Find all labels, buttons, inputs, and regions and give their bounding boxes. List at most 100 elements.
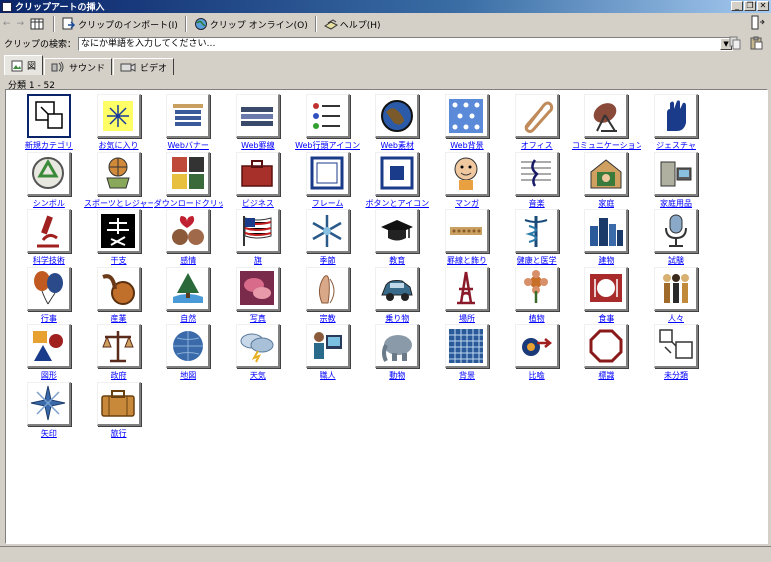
category-thumbnail[interactable] — [584, 151, 629, 196]
category-label[interactable]: 図形 — [41, 370, 57, 381]
category-thumbnail[interactable] — [584, 324, 629, 369]
category-item[interactable]: 新規カテゴリ — [14, 94, 84, 152]
back-button[interactable]: ← — [0, 15, 14, 33]
category-item[interactable]: 罫線と飾り — [432, 209, 502, 267]
category-item[interactable]: 政府 — [84, 324, 154, 382]
category-item[interactable]: 人々 — [641, 266, 711, 325]
category-item[interactable]: 音楽 — [502, 151, 572, 210]
category-item[interactable]: オフィス — [502, 94, 572, 152]
category-item[interactable]: ジェスチャ — [641, 94, 711, 152]
category-item[interactable]: 健康と医学 — [502, 209, 572, 267]
category-item[interactable]: 食事 — [572, 266, 642, 325]
category-thumbnail[interactable] — [654, 266, 699, 311]
category-label[interactable]: 旗 — [254, 255, 262, 266]
category-thumbnail[interactable] — [514, 324, 559, 369]
category-label[interactable]: 感情 — [180, 255, 196, 266]
category-item[interactable]: マンガ — [432, 151, 502, 210]
category-label[interactable]: 家庭 — [598, 198, 614, 209]
category-thumbnail[interactable] — [584, 209, 629, 254]
paste-clip-icon[interactable] — [750, 36, 763, 50]
category-label[interactable]: 季節 — [320, 255, 336, 266]
help-button[interactable]: ヘルプ(H) — [321, 15, 384, 33]
category-item[interactable]: 比喩 — [502, 324, 572, 382]
category-thumbnail[interactable] — [96, 151, 141, 196]
category-thumbnail[interactable] — [166, 324, 211, 369]
category-thumbnail[interactable] — [305, 324, 350, 369]
category-thumbnail[interactable] — [166, 266, 211, 311]
category-thumbnail[interactable] — [235, 94, 280, 138]
category-thumbnail[interactable] — [26, 94, 71, 138]
category-label[interactable]: コミュニケーション — [572, 140, 641, 151]
category-label[interactable]: 罫線と飾り — [447, 255, 487, 266]
category-label[interactable]: 植物 — [529, 313, 545, 324]
category-item[interactable]: 教育 — [362, 209, 432, 267]
category-label[interactable]: ビジネス — [242, 198, 274, 209]
category-label[interactable]: Webバナー — [167, 140, 208, 151]
category-label[interactable]: 地図 — [180, 370, 196, 381]
category-label[interactable]: 写真 — [250, 313, 266, 324]
category-label[interactable]: 職人 — [320, 370, 336, 381]
search-input[interactable]: なにか単語を入力してください… ▼ — [78, 36, 734, 51]
category-label[interactable]: Web素材 — [381, 140, 414, 151]
restore-button[interactable]: ❐ — [744, 1, 756, 11]
category-item[interactable]: 植物 — [502, 266, 572, 325]
category-thumbnail[interactable] — [444, 209, 489, 254]
category-label[interactable]: お気に入り — [99, 140, 139, 151]
category-label[interactable]: Web背景 — [450, 140, 483, 151]
category-label[interactable]: 政府 — [111, 370, 127, 381]
tab-sounds[interactable]: サウンド — [44, 58, 113, 75]
category-label[interactable]: フレーム — [312, 198, 344, 209]
category-label[interactable]: 天気 — [250, 370, 266, 381]
category-item[interactable]: コミュニケーション — [572, 94, 642, 152]
category-item[interactable]: ダウンロードクリップ — [153, 151, 223, 210]
category-thumbnail[interactable] — [96, 381, 141, 426]
category-item[interactable]: 矢印 — [14, 381, 84, 440]
category-item[interactable]: 行事 — [14, 266, 84, 325]
category-item[interactable]: 図形 — [14, 324, 84, 382]
category-label[interactable]: 食事 — [598, 313, 614, 324]
category-thumbnail[interactable] — [514, 209, 559, 254]
category-item[interactable]: 未分類 — [641, 324, 711, 382]
category-thumbnail[interactable] — [305, 209, 350, 254]
category-label[interactable]: 建物 — [598, 255, 614, 266]
category-item[interactable]: 家庭 — [572, 151, 642, 210]
category-item[interactable]: 職人 — [293, 324, 363, 382]
category-thumbnail[interactable] — [235, 324, 280, 369]
category-item[interactable]: スポーツとレジャー — [84, 151, 154, 210]
category-label[interactable]: スポーツとレジャー — [84, 198, 153, 209]
change-pane-button[interactable] — [751, 15, 765, 34]
category-thumbnail[interactable] — [654, 324, 699, 369]
category-thumbnail[interactable] — [514, 94, 559, 138]
category-item[interactable]: Web罫線 — [223, 94, 293, 152]
category-thumbnail[interactable] — [235, 151, 280, 196]
category-item[interactable]: 旅行 — [84, 381, 154, 440]
category-item[interactable]: 背景 — [432, 324, 502, 382]
category-thumbnail[interactable] — [166, 94, 211, 138]
category-item[interactable]: 旗 — [223, 209, 293, 267]
category-label[interactable]: 干支 — [111, 255, 127, 266]
category-thumbnail[interactable] — [375, 209, 420, 254]
category-thumbnail[interactable] — [584, 94, 629, 138]
category-item[interactable]: 感情 — [153, 209, 223, 267]
category-item[interactable]: 干支 — [84, 209, 154, 267]
category-item[interactable]: 写真 — [223, 266, 293, 325]
category-thumbnail[interactable] — [375, 266, 420, 311]
category-item[interactable]: 家庭用品 — [641, 151, 711, 210]
title-bar[interactable]: クリップアートの挿入 _ ❐ ✕ — [0, 0, 771, 13]
category-label[interactable]: シンボル — [33, 198, 65, 209]
category-item[interactable]: 建物 — [572, 209, 642, 267]
category-item[interactable]: 地図 — [153, 324, 223, 382]
category-item[interactable]: 試験 — [641, 209, 711, 267]
category-label[interactable]: Web行頭アイコン — [295, 140, 360, 151]
category-item[interactable]: お気に入り — [84, 94, 154, 152]
category-thumbnail[interactable] — [26, 381, 71, 426]
category-thumbnail[interactable] — [375, 94, 420, 138]
category-thumbnail[interactable] — [305, 151, 350, 196]
category-thumbnail[interactable] — [444, 94, 489, 138]
category-thumbnail[interactable] — [584, 266, 629, 311]
category-thumbnail[interactable] — [166, 151, 211, 196]
minimize-button[interactable]: _ — [731, 1, 743, 11]
category-label[interactable]: 場所 — [459, 313, 475, 324]
category-item[interactable]: Web背景 — [432, 94, 502, 152]
category-label[interactable]: 家庭用品 — [660, 198, 692, 209]
